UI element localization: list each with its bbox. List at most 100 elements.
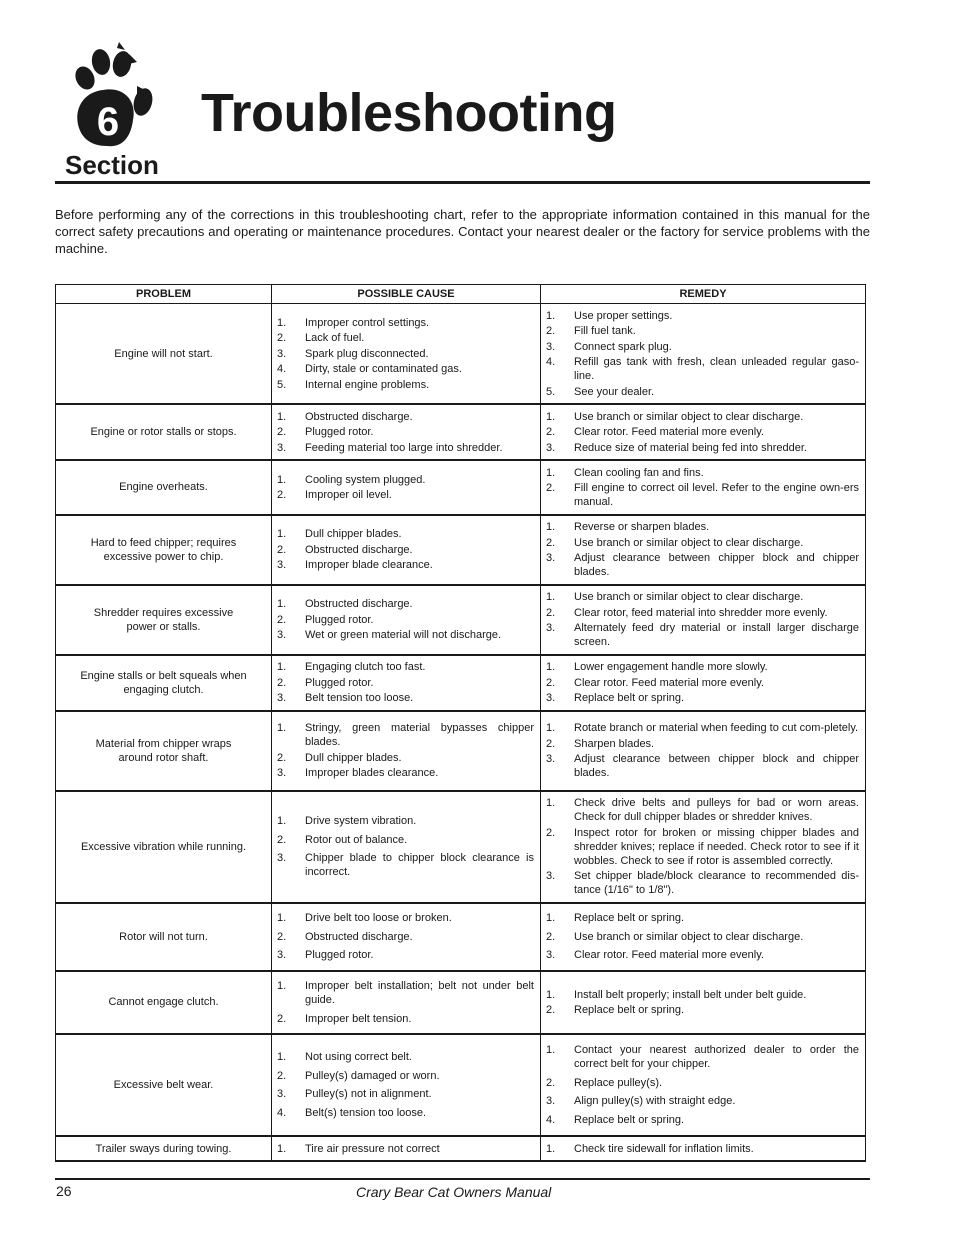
footer-divider (55, 1178, 870, 1180)
remedy-list: 1. Reverse or sharpen blades. 2. Use branch… (546, 520, 859, 579)
cause-cell: 1. Tire air pressure not correct (271, 1136, 541, 1162)
item-number: 1. (546, 722, 556, 734)
item-number: 2. (546, 930, 556, 943)
item-text: Use branch or similar object to clear di… (574, 536, 804, 549)
item-text: Chipper blade to chipper block clearance… (305, 852, 534, 878)
item-number: 3. (277, 629, 287, 641)
item-text: Wet or green material will not discharge… (305, 629, 502, 641)
remedy-item: 2. Replace belt or spring. (546, 1003, 859, 1017)
item-text: Reduce size of material being fed into s… (574, 441, 807, 454)
remedy-list: 1. Use branch or similar object to clear … (546, 590, 859, 649)
remedy-list: 1. Contact your nearest authorized dealer… (546, 1043, 859, 1127)
item-text: Inspect rotor for broken or missing chip… (574, 826, 859, 867)
cause-item: 3. Improper blade clearance. (277, 558, 534, 572)
item-number: 2. (546, 426, 556, 438)
cause-item: 1. Obstructed discharge. (277, 597, 534, 611)
item-number: 1. (277, 316, 287, 329)
remedy-item: 3. Adjust clearance between chipper block… (546, 752, 859, 780)
remedy-item: 1. Install belt properly; install belt un… (546, 988, 859, 1002)
item-text: Connect spark plug. (574, 340, 672, 353)
cause-item: 2. Rotor out of balance. (277, 833, 534, 847)
bear-paw-icon: 6 (75, 42, 153, 147)
item-number: 3. (277, 949, 287, 961)
table-row: Trailer sways during towing. 1. Tire air p… (55, 1136, 866, 1162)
cause-item: 1. Engaging clutch too fast. (277, 660, 534, 674)
cause-cell: 1. Improper control settings. 2. Lack of fu… (271, 303, 541, 405)
problem-cell: Engine will not start. (55, 303, 272, 405)
remedy-item: 2. Clear rotor. Feed material more evenly… (546, 676, 859, 690)
cause-list: 1. Obstructed discharge. 2. Plugged rotor. 3… (277, 410, 534, 455)
remedy-cell: 1. Install belt properly; install belt un… (540, 970, 866, 1035)
problem-cell: Excessive belt wear. (55, 1034, 272, 1137)
cause-item: 2. Obstructed discharge. (277, 930, 534, 944)
remedy-cell: 1. Check drive belts and pulleys for bad … (540, 790, 866, 904)
item-text: Fill fuel tank. (574, 325, 636, 337)
remedy-item: 2. Clear rotor. Feed material more evenly… (546, 425, 859, 439)
item-number: 1. (546, 988, 556, 1001)
remedy-item: 1. Reverse or sharpen blades. (546, 520, 859, 534)
item-text: Contact your nearest authorized dealer t… (574, 1044, 859, 1071)
problem-cell: Engine overheats. (55, 460, 272, 516)
cause-item: 2. Plugged rotor. (277, 425, 534, 439)
cause-item: 1. Drive belt too loose or broken. (277, 911, 534, 925)
item-number: 2. (546, 1076, 556, 1089)
item-number: 3. (546, 441, 556, 454)
cause-cell: 1. Engaging clutch too fast. 2. Plugged rot… (271, 654, 541, 712)
remedy-list: 1. Clean cooling fan and fins. 2. Fill engi… (546, 466, 859, 510)
item-number: 5. (277, 378, 287, 391)
remedy-cell: 1. Use branch or similar object to clear … (540, 584, 866, 656)
remedy-item: 3. Alternately feed dry material or insta… (546, 621, 859, 649)
item-text: Replace belt or spring. (574, 692, 685, 704)
item-text: Plugged rotor. (305, 426, 374, 438)
cause-list: 1. Stringy, green material bypasses chipp… (277, 721, 534, 780)
item-text: Cooling system plugged. (305, 473, 426, 486)
item-text: Install belt properly; install belt unde… (574, 988, 807, 1001)
item-text: Plugged rotor. (305, 949, 374, 961)
section-label: Section (65, 150, 159, 180)
table-header-row: PROBLEM POSSIBLE CAUSE REMEDY (55, 284, 866, 304)
item-text: Replace belt or spring. (574, 1004, 685, 1016)
item-text: Rotor out of balance. (305, 833, 408, 846)
cause-item: 3. Pulley(s) not in alignment. (277, 1087, 534, 1101)
item-number: 2. (546, 606, 556, 619)
cause-item: 1. Not using correct belt. (277, 1050, 534, 1064)
problem-cell: Engine or rotor stalls or stops. (55, 404, 272, 461)
item-text: Internal engine problems. (305, 378, 430, 391)
item-number: 2. (546, 325, 556, 337)
table-row: Material from chipper wraps around rotor… (55, 710, 866, 792)
cause-list: 1. Cooling system plugged. 2. Improper oil … (277, 473, 534, 503)
item-number: 3. (277, 559, 287, 571)
remedy-cell: 1. Reverse or sharpen blades. 2. Use branch… (540, 514, 866, 586)
item-number: 3. (546, 692, 556, 704)
item-number: 1. (546, 410, 556, 423)
item-text: Drive belt too loose or broken. (305, 912, 452, 924)
item-text: Dull chipper blades. (305, 528, 402, 540)
item-number: 2. (277, 426, 287, 438)
item-number: 2. (277, 833, 287, 846)
table-row: Hard to feed chipper; requires excessive… (55, 514, 866, 586)
cause-item: 1. Improper belt installation; belt not u… (277, 979, 534, 1007)
cause-item: 4. Dirty, stale or contaminated gas. (277, 362, 534, 376)
cause-item: 2. Pulley(s) damaged or worn. (277, 1069, 534, 1083)
item-text: Refill gas tank with fresh, clean unlead… (574, 356, 859, 382)
remedy-item: 2. Clear rotor, feed material into shredd… (546, 606, 859, 620)
item-text: Clear rotor, feed material into shredder… (574, 606, 828, 619)
item-text: Align pulley(s) with straight edge. (574, 1095, 736, 1108)
item-text: Pulley(s) not in alignment. (305, 1088, 432, 1101)
remedy-cell: 1. Rotate branch or material when feeding… (540, 710, 866, 792)
remedy-list: 1. Replace belt or spring. 2. Use branch or… (546, 911, 859, 962)
item-text: Clear rotor. Feed material more evenly. (574, 949, 764, 961)
item-number: 1. (546, 661, 556, 673)
remedy-list: 1. Check tire sidewall for inflation limi… (546, 1142, 859, 1156)
cause-item: 1. Drive system vibration. (277, 814, 534, 828)
intro-paragraph: Before performing any of the corrections… (55, 207, 870, 257)
item-text: Replace belt or spring. (574, 912, 685, 924)
item-number: 3. (546, 753, 556, 765)
item-text: Stringy, green material bypasses chipper… (305, 722, 534, 748)
item-number: 1. (277, 815, 287, 827)
item-number: 3. (277, 692, 287, 704)
item-number: 1. (546, 309, 556, 322)
item-text: Not using correct belt. (305, 1051, 412, 1064)
cause-item: 3. Chipper blade to chipper block clearan… (277, 851, 534, 879)
item-number: 2. (277, 930, 287, 943)
